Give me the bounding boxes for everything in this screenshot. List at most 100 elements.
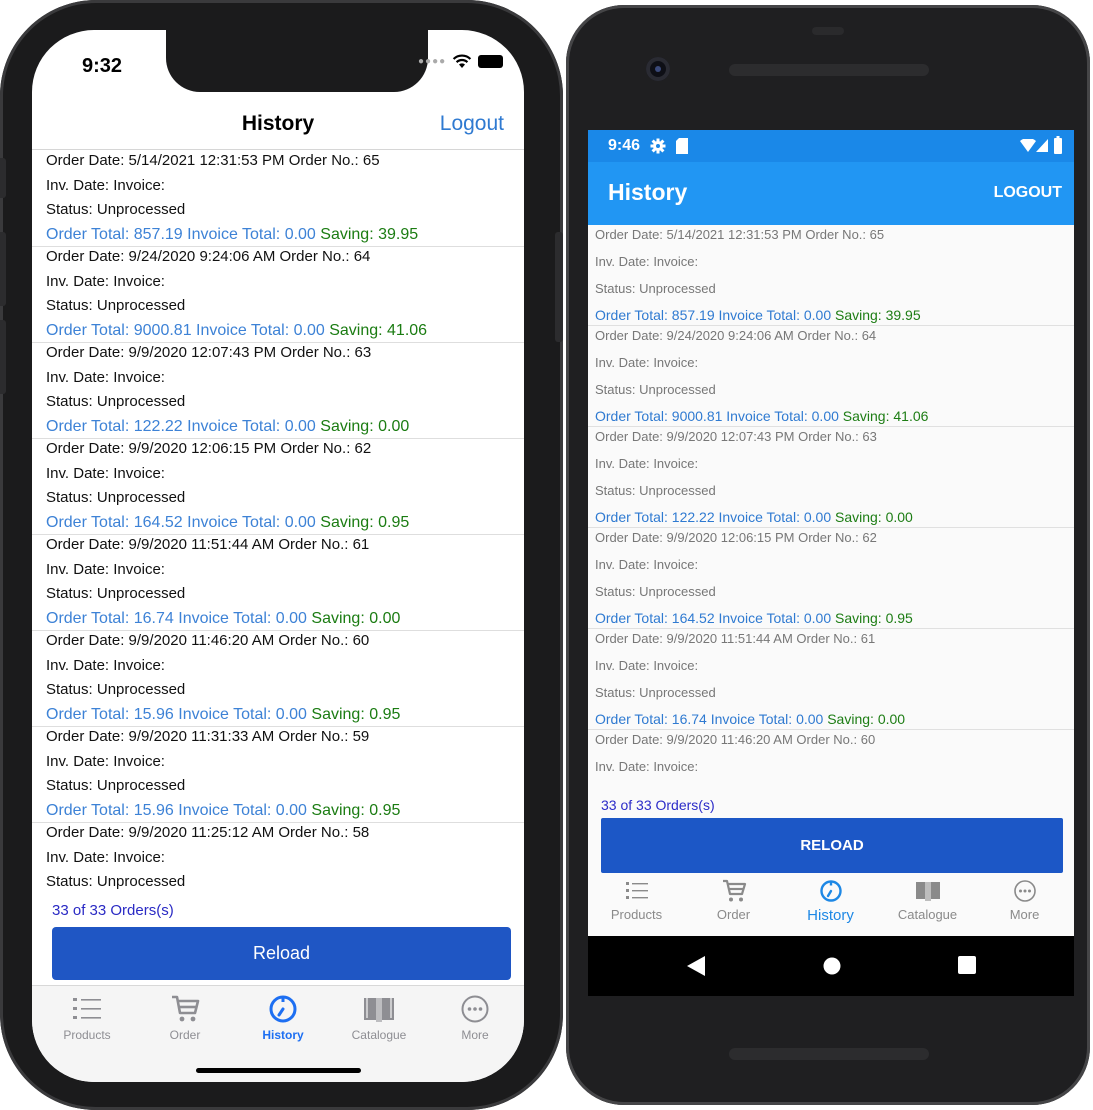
status-line: Status: Unprocessed xyxy=(46,393,185,410)
wifi-icon xyxy=(453,54,472,68)
status-value: Unprocessed xyxy=(96,873,186,890)
status-label: Status: xyxy=(595,584,636,599)
saving-label: Saving: xyxy=(835,610,882,626)
order-total: 122.22 xyxy=(133,418,183,435)
order-history-list[interactable]: Order Date: 5/14/2021 12:31:53 PM Order … xyxy=(32,151,524,919)
order-row[interactable]: Order Date: 9/9/2020 11:51:44 AM Order N… xyxy=(588,629,1074,730)
cart-icon xyxy=(172,995,200,1022)
status-line: Status: Unprocessed xyxy=(595,483,716,498)
reload-button[interactable]: RELOAD xyxy=(601,818,1063,873)
tab-history[interactable]: History xyxy=(234,986,332,1042)
order-row[interactable]: Order Date: 9/9/2020 12:06:15 PM Order N… xyxy=(588,528,1074,629)
saving-label: Saving: xyxy=(842,408,890,424)
tab-more[interactable]: More xyxy=(976,873,1073,922)
tab-order[interactable]: Order xyxy=(685,873,782,922)
order-row[interactable]: Order Date: 9/9/2020 12:07:43 PM Order N… xyxy=(32,343,524,439)
order-row[interactable]: Order Date: 9/9/2020 12:06:15 PM Order N… xyxy=(32,439,524,535)
earpiece-speaker xyxy=(729,64,929,76)
order-no: 61 xyxy=(860,631,876,646)
order-no: 62 xyxy=(862,530,877,545)
logout-button[interactable]: Logout xyxy=(440,112,504,136)
invoice-line: Inv. Date: Invoice: xyxy=(595,456,698,471)
order-row[interactable]: Order Date: 5/14/2021 12:31:53 PM Order … xyxy=(32,151,524,247)
totals-line: Order Total: 15.96 Invoice Total: 0.00 S… xyxy=(46,802,400,820)
order-total-label: Order Total: xyxy=(46,418,130,435)
tab-label: Catalogue xyxy=(351,1028,407,1042)
order-row[interactable]: Order Date: 9/9/2020 12:07:43 PM Order N… xyxy=(588,427,1074,528)
order-row[interactable]: Order Date: 5/14/2021 12:31:53 PM Order … xyxy=(588,225,1074,326)
reload-button[interactable]: Reload xyxy=(52,927,511,980)
order-date-label: Order Date: xyxy=(595,530,663,545)
tab-products[interactable]: Products xyxy=(38,986,136,1042)
order-date-line: Order Date: 9/9/2020 11:25:12 AM Order N… xyxy=(46,824,369,841)
order-row[interactable]: Order Date: 9/9/2020 11:46:20 AM Order N… xyxy=(588,730,1074,790)
order-row[interactable]: Order Date: 9/24/2020 9:24:06 AM Order N… xyxy=(32,247,524,343)
saving-label: Saving: xyxy=(311,610,365,627)
saving-value: 41.06 xyxy=(893,408,929,424)
order-date-label: Order Date: xyxy=(595,631,663,646)
totals-line: Order Total: 164.52 Invoice Total: 0.00 … xyxy=(46,514,409,532)
order-total-label: Order Total: xyxy=(595,509,668,525)
status-label: Status: xyxy=(46,777,93,794)
order-date-label: Order Date: xyxy=(46,248,125,265)
invoice-total: 0.00 xyxy=(803,307,832,323)
order-date: 5/14/2021 12:31:53 PM xyxy=(666,227,802,242)
recents-square-icon xyxy=(958,956,976,974)
top-sensor xyxy=(812,27,844,35)
inv-date-label: Inv. Date: xyxy=(46,657,110,674)
tab-catalogue[interactable]: Catalogue xyxy=(330,986,428,1042)
saving-label: Saving: xyxy=(320,226,374,243)
order-date: 9/9/2020 12:07:43 PM xyxy=(666,429,795,444)
invoice-total-label: Invoice Total: xyxy=(726,408,808,424)
status-value: Unprocessed xyxy=(639,382,716,397)
invoice-label: Invoice: xyxy=(653,557,699,572)
invoice-total: 0.00 xyxy=(811,408,839,424)
status-line: Status: Unprocessed xyxy=(595,382,716,397)
status-line: Status: Unprocessed xyxy=(46,585,185,602)
invoice-total: 0.00 xyxy=(284,226,316,243)
status-time: 9:46 xyxy=(608,137,641,154)
inv-date-label: Inv. Date: xyxy=(595,355,650,370)
order-history-list[interactable]: Order Date: 5/14/2021 12:31:53 PM Order … xyxy=(588,225,1074,790)
invoice-line: Inv. Date: Invoice: xyxy=(595,254,698,269)
recents-button[interactable] xyxy=(958,956,976,979)
tab-catalogue[interactable]: Catalogue xyxy=(879,873,976,922)
home-button[interactable] xyxy=(822,956,842,981)
status-value: Unprocessed xyxy=(96,393,186,410)
volume-down-button xyxy=(0,320,6,394)
order-total-label: Order Total: xyxy=(46,706,130,723)
status-label: Status: xyxy=(46,393,93,410)
order-date-line: Order Date: 5/14/2021 12:31:53 PM Order … xyxy=(46,152,380,169)
saving-label: Saving: xyxy=(835,307,882,323)
status-line: Status: Unprocessed xyxy=(46,297,185,314)
saving-label: Saving: xyxy=(311,706,365,723)
order-no: 60 xyxy=(352,632,370,649)
tab-products[interactable]: Products xyxy=(588,873,685,922)
totals-line: Order Total: 857.19 Invoice Total: 0.00 … xyxy=(595,307,921,323)
invoice-total: 0.00 xyxy=(275,802,307,819)
invoice-line: Inv. Date: Invoice: xyxy=(46,657,165,674)
saving-value: 0.00 xyxy=(378,418,410,435)
saving-label: Saving: xyxy=(329,322,383,339)
order-row[interactable]: Order Date: 9/24/2020 9:24:06 AM Order N… xyxy=(588,326,1074,427)
order-total: 9000.81 xyxy=(671,408,723,424)
inv-date-label: Inv. Date: xyxy=(46,177,110,194)
order-date-label: Order Date: xyxy=(595,732,663,747)
sd-card-icon xyxy=(676,138,688,154)
tab-order[interactable]: Order xyxy=(136,986,234,1042)
order-row[interactable]: Order Date: 9/9/2020 11:51:44 AM Order N… xyxy=(32,535,524,631)
order-date-label: Order Date: xyxy=(595,429,663,444)
invoice-total: 0.00 xyxy=(284,514,316,531)
status-value: Unprocessed xyxy=(96,585,186,602)
back-button[interactable] xyxy=(687,956,705,981)
order-no-label: Order No.: xyxy=(280,344,351,361)
tab-more[interactable]: More xyxy=(426,986,524,1042)
invoice-total: 0.00 xyxy=(803,610,832,626)
tab-history[interactable]: History xyxy=(782,873,879,924)
order-row[interactable]: Order Date: 9/9/2020 11:31:33 AM Order N… xyxy=(32,727,524,823)
logout-button[interactable]: LOGOUT xyxy=(994,184,1062,202)
order-row[interactable]: Order Date: 9/9/2020 11:46:20 AM Order N… xyxy=(32,631,524,727)
order-date-line: Order Date: 9/9/2020 11:51:44 AM Order N… xyxy=(595,631,875,646)
order-date-line: Order Date: 9/9/2020 12:06:15 PM Order N… xyxy=(595,530,877,545)
order-date-line: Order Date: 9/24/2020 9:24:06 AM Order N… xyxy=(46,248,370,265)
